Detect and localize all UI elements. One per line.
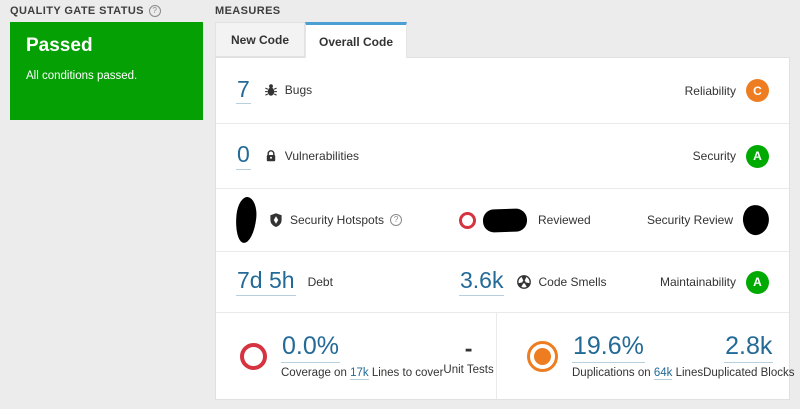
code-smells-icon [516,274,532,290]
security-rating-badge[interactable]: A [746,144,769,168]
tab-new-code[interactable]: New Code [215,22,305,57]
bugs-label: Bugs [284,83,313,98]
maintainability-label: Maintainability [659,275,736,289]
measures-header: MEASURES [215,4,790,17]
redacted-security-review-badge [741,203,771,237]
measure-row-security-hotspots: Security Hotspots Reviewed Security Revi… [216,189,789,252]
security-review-rating-group: Security Review [646,203,771,237]
hotspots-label: Security Hotspots [290,213,385,227]
vulnerabilities-label-group: Vulnerabilities [263,148,359,164]
measures-section: MEASURES New Code Overall Code 7 Bugs Re… [215,4,795,400]
quality-gate-description: All conditions passed. [26,70,138,82]
measures-tabs: New Code Overall Code [215,22,790,58]
debt-metric: 7d 5h Debt [236,268,459,296]
duplications-label-suffix: Lines [675,366,704,379]
duplications-section: 19.6% Duplications on 64k Lines 2.8k Dup… [497,313,800,399]
quality-gate-section: QUALITY GATE STATUS Passed All condition… [10,4,203,120]
lock-icon [263,148,279,164]
duplications-gauge-icon [527,340,558,372]
reviewed-gauge-icon [459,211,476,229]
tab-overall-code[interactable]: Overall Code [305,22,407,58]
lines-to-cover-link[interactable]: 17k [350,366,369,380]
reviewed-label: Reviewed [538,213,591,227]
coverage-block: 0.0% Coverage on 17k Lines to cover [281,333,444,380]
measures-panel: 7 Bugs Reliability C 0 Vulnerabilities S… [215,57,795,400]
reliability-label: Reliability [684,83,736,98]
redacted-reviewed-value [482,207,528,233]
coverage-value-link[interactable]: 0.0% [281,333,340,363]
unit-tests-value: - [464,334,473,361]
duplication-lines-link[interactable]: 64k [653,366,673,380]
bugs-label-group: Bugs [263,82,312,98]
code-smells-count-link[interactable]: 3.6k [459,268,505,296]
code-smells-metric: 3.6k Code Smells [459,268,607,296]
coverage-label-prefix: Coverage on [281,366,347,379]
measure-row-maintainability: 7d 5h Debt 3.6k Code Smells Maintainabil… [216,252,789,313]
bug-icon [263,82,279,98]
maintainability-rating-group: Maintainability A [659,270,769,294]
measure-row-coverage-duplications: 0.0% Coverage on 17k Lines to cover - Un… [216,313,795,399]
redacted-hotspots-count [233,196,259,244]
debt-label: Debt [307,274,333,289]
quality-gate-title: QUALITY GATE STATUS [10,4,144,17]
hotspots-reviewed-group: Reviewed [459,207,591,233]
unit-tests-label: Unit Tests [443,364,494,377]
security-label: Security [692,149,736,163]
shield-icon [268,212,284,228]
duplications-sub-label: Duplications on 64k Lines [572,366,704,380]
duplicated-blocks-label: Duplicated Blocks [703,366,795,379]
quality-gate-header: QUALITY GATE STATUS [10,4,203,17]
hotspots-label-group: Security Hotspots [268,212,403,228]
vulnerabilities-label: Vulnerabilities [284,148,360,163]
security-review-label: Security Review [646,213,733,227]
coverage-gauge-icon [240,342,267,370]
hotspots-metric: Security Hotspots [233,196,459,244]
vulnerabilities-metric: 0 Vulnerabilities [236,142,359,170]
coverage-sub-label: Coverage on 17k Lines to cover [281,366,444,380]
debt-value-link[interactable]: 7d 5h [236,268,296,296]
quality-gate-card: Passed All conditions passed. [10,22,203,120]
help-icon[interactable] [390,214,403,226]
duplications-value-link[interactable]: 19.6% [572,333,645,363]
duplicated-blocks-value-link[interactable]: 2.8k [724,333,774,363]
bugs-metric: 7 Bugs [236,77,312,105]
quality-gate-status: Passed [26,35,93,56]
reliability-rating-badge[interactable]: C [746,79,769,102]
coverage-section: 0.0% Coverage on 17k Lines to cover - Un… [216,313,497,399]
unit-tests-block: - Unit Tests [443,336,493,376]
security-rating-group: Security A [692,144,769,168]
code-smells-label: Code Smells [538,274,607,289]
duplications-label-prefix: Duplications on [572,366,651,379]
vulnerabilities-count-link[interactable]: 0 [236,142,251,170]
bugs-count-link[interactable]: 7 [236,77,251,105]
measure-row-vulnerabilities: 0 Vulnerabilities Security A [216,124,789,189]
coverage-label-suffix: Lines to cover [371,366,444,379]
duplications-block: 19.6% Duplications on 64k Lines [572,333,704,380]
code-smells-label-group: Code Smells [516,274,607,290]
measure-row-bugs: 7 Bugs Reliability C [216,58,789,124]
duplicated-blocks-block: 2.8k Duplicated Blocks [703,333,794,378]
help-icon[interactable] [148,4,161,17]
maintainability-rating-badge[interactable]: A [746,270,769,294]
reliability-rating-group: Reliability C [685,79,769,102]
measures-title: MEASURES [215,4,281,17]
